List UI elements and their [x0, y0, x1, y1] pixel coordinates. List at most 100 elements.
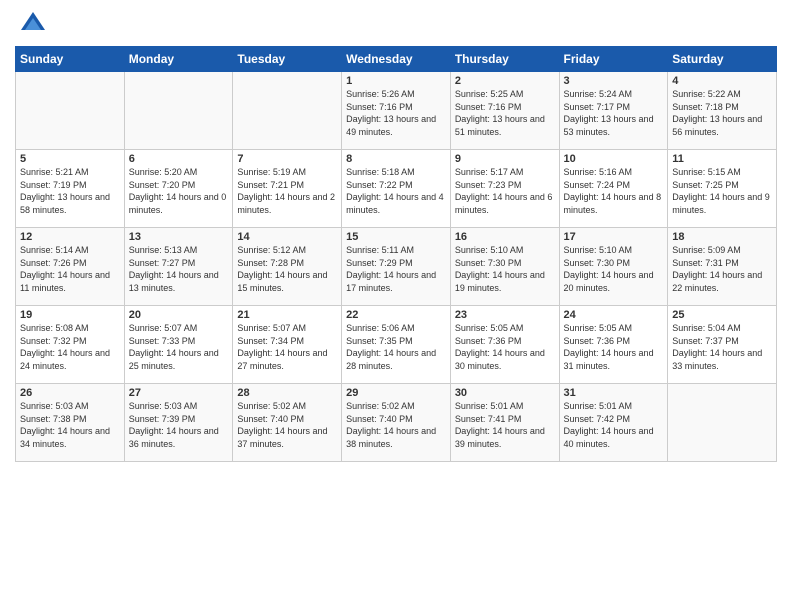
day-info: Sunrise: 5:14 AM Sunset: 7:26 PM Dayligh…	[20, 244, 120, 294]
weekday-header-monday: Monday	[124, 47, 233, 72]
day-info: Sunrise: 5:16 AM Sunset: 7:24 PM Dayligh…	[564, 166, 664, 216]
day-number: 21	[237, 309, 337, 321]
day-info: Sunrise: 5:19 AM Sunset: 7:21 PM Dayligh…	[237, 166, 337, 216]
day-info: Sunrise: 5:10 AM Sunset: 7:30 PM Dayligh…	[564, 244, 664, 294]
day-cell: 22Sunrise: 5:06 AM Sunset: 7:35 PM Dayli…	[342, 306, 451, 384]
day-info: Sunrise: 5:04 AM Sunset: 7:37 PM Dayligh…	[672, 322, 772, 372]
day-info: Sunrise: 5:20 AM Sunset: 7:20 PM Dayligh…	[129, 166, 229, 216]
weekday-header-thursday: Thursday	[450, 47, 559, 72]
day-cell	[668, 384, 777, 462]
day-number: 13	[129, 231, 229, 243]
day-info: Sunrise: 5:01 AM Sunset: 7:41 PM Dayligh…	[455, 400, 555, 450]
day-info: Sunrise: 5:05 AM Sunset: 7:36 PM Dayligh…	[455, 322, 555, 372]
day-cell: 10Sunrise: 5:16 AM Sunset: 7:24 PM Dayli…	[559, 150, 668, 228]
day-cell: 29Sunrise: 5:02 AM Sunset: 7:40 PM Dayli…	[342, 384, 451, 462]
day-info: Sunrise: 5:02 AM Sunset: 7:40 PM Dayligh…	[346, 400, 446, 450]
day-number: 12	[20, 231, 120, 243]
day-number: 30	[455, 387, 555, 399]
day-info: Sunrise: 5:15 AM Sunset: 7:25 PM Dayligh…	[672, 166, 772, 216]
week-row-1: 5Sunrise: 5:21 AM Sunset: 7:19 PM Daylig…	[16, 150, 777, 228]
day-number: 1	[346, 75, 446, 87]
day-cell: 4Sunrise: 5:22 AM Sunset: 7:18 PM Daylig…	[668, 72, 777, 150]
day-number: 24	[564, 309, 664, 321]
week-row-4: 26Sunrise: 5:03 AM Sunset: 7:38 PM Dayli…	[16, 384, 777, 462]
day-info: Sunrise: 5:11 AM Sunset: 7:29 PM Dayligh…	[346, 244, 446, 294]
calendar-table: SundayMondayTuesdayWednesdayThursdayFrid…	[15, 46, 777, 462]
day-info: Sunrise: 5:25 AM Sunset: 7:16 PM Dayligh…	[455, 88, 555, 138]
day-number: 29	[346, 387, 446, 399]
logo	[15, 10, 47, 38]
day-number: 20	[129, 309, 229, 321]
day-cell	[16, 72, 125, 150]
day-cell: 23Sunrise: 5:05 AM Sunset: 7:36 PM Dayli…	[450, 306, 559, 384]
day-cell: 6Sunrise: 5:20 AM Sunset: 7:20 PM Daylig…	[124, 150, 233, 228]
day-cell: 17Sunrise: 5:10 AM Sunset: 7:30 PM Dayli…	[559, 228, 668, 306]
day-number: 23	[455, 309, 555, 321]
day-number: 11	[672, 153, 772, 165]
day-info: Sunrise: 5:05 AM Sunset: 7:36 PM Dayligh…	[564, 322, 664, 372]
day-cell: 18Sunrise: 5:09 AM Sunset: 7:31 PM Dayli…	[668, 228, 777, 306]
day-number: 31	[564, 387, 664, 399]
day-cell: 30Sunrise: 5:01 AM Sunset: 7:41 PM Dayli…	[450, 384, 559, 462]
day-number: 27	[129, 387, 229, 399]
day-cell: 28Sunrise: 5:02 AM Sunset: 7:40 PM Dayli…	[233, 384, 342, 462]
day-cell	[233, 72, 342, 150]
day-info: Sunrise: 5:07 AM Sunset: 7:33 PM Dayligh…	[129, 322, 229, 372]
day-info: Sunrise: 5:13 AM Sunset: 7:27 PM Dayligh…	[129, 244, 229, 294]
day-cell: 26Sunrise: 5:03 AM Sunset: 7:38 PM Dayli…	[16, 384, 125, 462]
day-info: Sunrise: 5:01 AM Sunset: 7:42 PM Dayligh…	[564, 400, 664, 450]
day-info: Sunrise: 5:02 AM Sunset: 7:40 PM Dayligh…	[237, 400, 337, 450]
day-cell: 1Sunrise: 5:26 AM Sunset: 7:16 PM Daylig…	[342, 72, 451, 150]
day-number: 26	[20, 387, 120, 399]
weekday-header-row: SundayMondayTuesdayWednesdayThursdayFrid…	[16, 47, 777, 72]
day-info: Sunrise: 5:10 AM Sunset: 7:30 PM Dayligh…	[455, 244, 555, 294]
weekday-header-tuesday: Tuesday	[233, 47, 342, 72]
day-info: Sunrise: 5:03 AM Sunset: 7:39 PM Dayligh…	[129, 400, 229, 450]
day-number: 5	[20, 153, 120, 165]
day-cell: 2Sunrise: 5:25 AM Sunset: 7:16 PM Daylig…	[450, 72, 559, 150]
day-number: 17	[564, 231, 664, 243]
day-cell: 21Sunrise: 5:07 AM Sunset: 7:34 PM Dayli…	[233, 306, 342, 384]
day-number: 8	[346, 153, 446, 165]
day-cell: 12Sunrise: 5:14 AM Sunset: 7:26 PM Dayli…	[16, 228, 125, 306]
weekday-header-wednesday: Wednesday	[342, 47, 451, 72]
day-cell: 11Sunrise: 5:15 AM Sunset: 7:25 PM Dayli…	[668, 150, 777, 228]
day-number: 16	[455, 231, 555, 243]
day-number: 19	[20, 309, 120, 321]
day-info: Sunrise: 5:21 AM Sunset: 7:19 PM Dayligh…	[20, 166, 120, 216]
week-row-3: 19Sunrise: 5:08 AM Sunset: 7:32 PM Dayli…	[16, 306, 777, 384]
day-number: 6	[129, 153, 229, 165]
day-cell	[124, 72, 233, 150]
day-cell: 20Sunrise: 5:07 AM Sunset: 7:33 PM Dayli…	[124, 306, 233, 384]
weekday-header-friday: Friday	[559, 47, 668, 72]
day-number: 14	[237, 231, 337, 243]
day-number: 18	[672, 231, 772, 243]
day-cell: 19Sunrise: 5:08 AM Sunset: 7:32 PM Dayli…	[16, 306, 125, 384]
weekday-header-sunday: Sunday	[16, 47, 125, 72]
day-cell: 15Sunrise: 5:11 AM Sunset: 7:29 PM Dayli…	[342, 228, 451, 306]
week-row-0: 1Sunrise: 5:26 AM Sunset: 7:16 PM Daylig…	[16, 72, 777, 150]
day-cell: 14Sunrise: 5:12 AM Sunset: 7:28 PM Dayli…	[233, 228, 342, 306]
day-number: 15	[346, 231, 446, 243]
day-number: 9	[455, 153, 555, 165]
day-cell: 27Sunrise: 5:03 AM Sunset: 7:39 PM Dayli…	[124, 384, 233, 462]
day-cell: 5Sunrise: 5:21 AM Sunset: 7:19 PM Daylig…	[16, 150, 125, 228]
day-info: Sunrise: 5:22 AM Sunset: 7:18 PM Dayligh…	[672, 88, 772, 138]
day-info: Sunrise: 5:09 AM Sunset: 7:31 PM Dayligh…	[672, 244, 772, 294]
day-cell: 8Sunrise: 5:18 AM Sunset: 7:22 PM Daylig…	[342, 150, 451, 228]
day-info: Sunrise: 5:06 AM Sunset: 7:35 PM Dayligh…	[346, 322, 446, 372]
day-info: Sunrise: 5:24 AM Sunset: 7:17 PM Dayligh…	[564, 88, 664, 138]
header	[15, 10, 777, 38]
day-cell: 24Sunrise: 5:05 AM Sunset: 7:36 PM Dayli…	[559, 306, 668, 384]
day-cell: 13Sunrise: 5:13 AM Sunset: 7:27 PM Dayli…	[124, 228, 233, 306]
day-info: Sunrise: 5:08 AM Sunset: 7:32 PM Dayligh…	[20, 322, 120, 372]
week-row-2: 12Sunrise: 5:14 AM Sunset: 7:26 PM Dayli…	[16, 228, 777, 306]
day-number: 22	[346, 309, 446, 321]
day-info: Sunrise: 5:26 AM Sunset: 7:16 PM Dayligh…	[346, 88, 446, 138]
day-number: 7	[237, 153, 337, 165]
day-number: 28	[237, 387, 337, 399]
day-cell: 25Sunrise: 5:04 AM Sunset: 7:37 PM Dayli…	[668, 306, 777, 384]
weekday-header-saturday: Saturday	[668, 47, 777, 72]
day-cell: 9Sunrise: 5:17 AM Sunset: 7:23 PM Daylig…	[450, 150, 559, 228]
day-info: Sunrise: 5:07 AM Sunset: 7:34 PM Dayligh…	[237, 322, 337, 372]
